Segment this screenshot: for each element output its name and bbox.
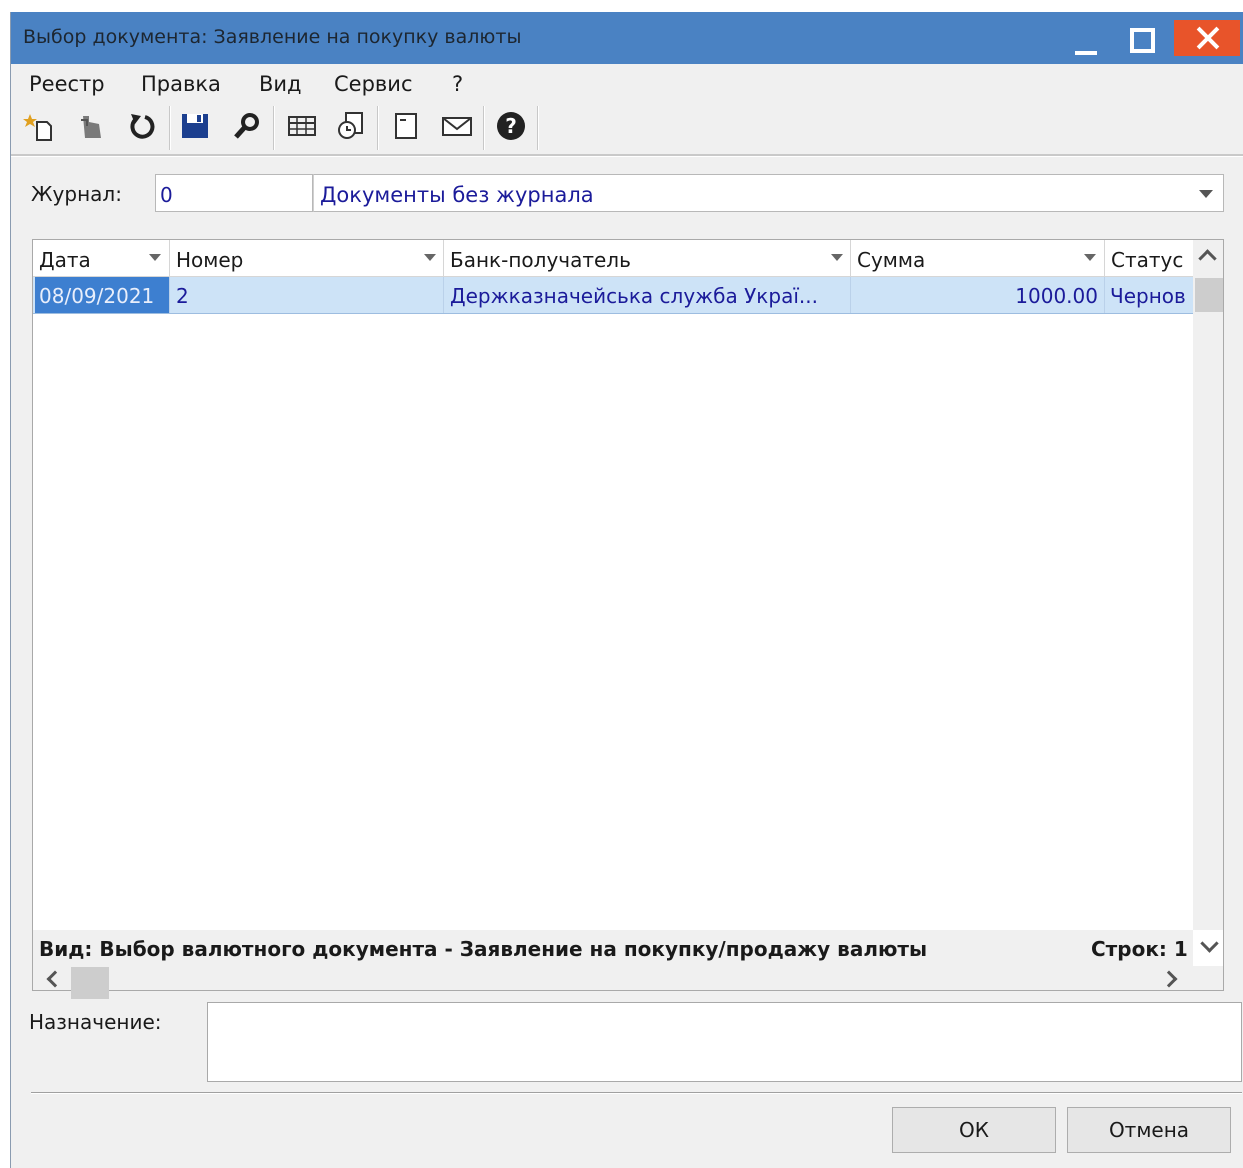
documents-table[interactable]: Дата Номер Банк-получатель Сумма Статус … <box>32 239 1224 999</box>
toolbar-separator <box>377 106 379 150</box>
journal-select[interactable]: Документы без журнала <box>313 174 1224 212</box>
row-count: Строк: 1 <box>1091 937 1188 961</box>
hand-icon[interactable] <box>73 108 109 144</box>
column-header-status[interactable]: Статус <box>1105 240 1193 276</box>
footer-divider <box>31 1092 1242 1094</box>
grid-status-line: Вид: Выбор валютного документа - Заявлен… <box>33 930 1193 966</box>
toolbar: ? <box>11 102 1243 154</box>
cell-bank[interactable]: Держказначейська служба Украї... <box>444 277 851 313</box>
sort-arrow-icon[interactable] <box>424 254 436 261</box>
minimize-button[interactable] <box>1059 12 1115 64</box>
window-title: Выбор документа: Заявление на покупку ва… <box>23 26 522 48</box>
cell-sum[interactable]: 1000.00 <box>851 277 1105 313</box>
maximize-button[interactable] <box>1115 12 1171 64</box>
menu-view[interactable]: Вид <box>259 72 302 96</box>
toolbar-divider <box>11 154 1243 157</box>
cancel-button[interactable]: Отмена <box>1067 1107 1231 1153</box>
scroll-right-icon[interactable] <box>1160 970 1178 988</box>
top-strip <box>0 0 1243 12</box>
table-row[interactable]: 08/09/2021 2 Держказначейська служба Укр… <box>33 277 1193 314</box>
horizontal-scrollbar[interactable] <box>33 966 1223 999</box>
scroll-up-icon[interactable] <box>1198 249 1217 268</box>
dialog-window: Выбор документа: Заявление на покупку ва… <box>10 12 1243 1168</box>
copy-icon[interactable] <box>333 108 369 144</box>
column-header-date[interactable]: Дата <box>33 240 170 276</box>
sort-arrow-icon[interactable] <box>831 254 843 261</box>
scroll-thumb[interactable] <box>1195 278 1223 312</box>
toolbar-separator <box>273 106 275 150</box>
journal-number-field[interactable]: 0 <box>155 174 313 212</box>
journal-select-value: Документы без журнала <box>320 183 594 207</box>
table-header: Дата Номер Банк-получатель Сумма Статус <box>33 240 1193 277</box>
purpose-field[interactable] <box>207 1002 1242 1082</box>
mail-icon[interactable] <box>439 108 475 144</box>
scroll-left-icon[interactable] <box>46 970 64 988</box>
purpose-label: Назначение: <box>29 1010 162 1034</box>
cell-date[interactable]: 08/09/2021 <box>35 277 170 313</box>
menu-edit[interactable]: Правка <box>141 72 221 96</box>
vertical-scrollbar[interactable] <box>1193 240 1223 930</box>
horizontal-scroll-thumb[interactable] <box>71 967 109 999</box>
table-icon[interactable] <box>284 108 320 144</box>
form-icon[interactable] <box>388 108 424 144</box>
menu-help[interactable]: ? <box>452 72 463 96</box>
column-header-bank[interactable]: Банк-получатель <box>444 240 851 276</box>
journal-label: Журнал: <box>31 182 122 206</box>
toolbar-separator <box>483 106 485 150</box>
menu-bar: Реестр Правка Вид Сервис ? <box>11 64 1243 102</box>
toolbar-separator <box>537 106 539 150</box>
column-header-number[interactable]: Номер <box>170 240 444 276</box>
sort-arrow-icon[interactable] <box>149 254 161 261</box>
close-button[interactable] <box>1174 20 1240 56</box>
view-description: Вид: Выбор валютного документа - Заявлен… <box>39 937 928 961</box>
svg-text:?: ? <box>505 114 517 138</box>
save-icon[interactable] <box>177 108 213 144</box>
new-doc-icon[interactable] <box>23 108 59 144</box>
chevron-down-icon[interactable] <box>1199 190 1213 198</box>
menu-service[interactable]: Сервис <box>334 72 412 96</box>
cell-status[interactable]: Чернов <box>1105 277 1193 313</box>
column-header-sum[interactable]: Сумма <box>851 240 1105 276</box>
scroll-down-icon[interactable] <box>1200 934 1219 953</box>
refresh-icon[interactable] <box>123 108 159 144</box>
toolbar-separator <box>169 106 171 150</box>
ok-button[interactable]: ОК <box>892 1107 1056 1153</box>
search-icon[interactable] <box>229 108 265 144</box>
cell-number[interactable]: 2 <box>170 277 444 313</box>
title-bar[interactable]: Выбор документа: Заявление на покупку ва… <box>11 12 1243 64</box>
sort-arrow-icon[interactable] <box>1084 254 1096 261</box>
menu-registry[interactable]: Реестр <box>29 72 105 96</box>
help-icon[interactable]: ? <box>493 108 529 144</box>
